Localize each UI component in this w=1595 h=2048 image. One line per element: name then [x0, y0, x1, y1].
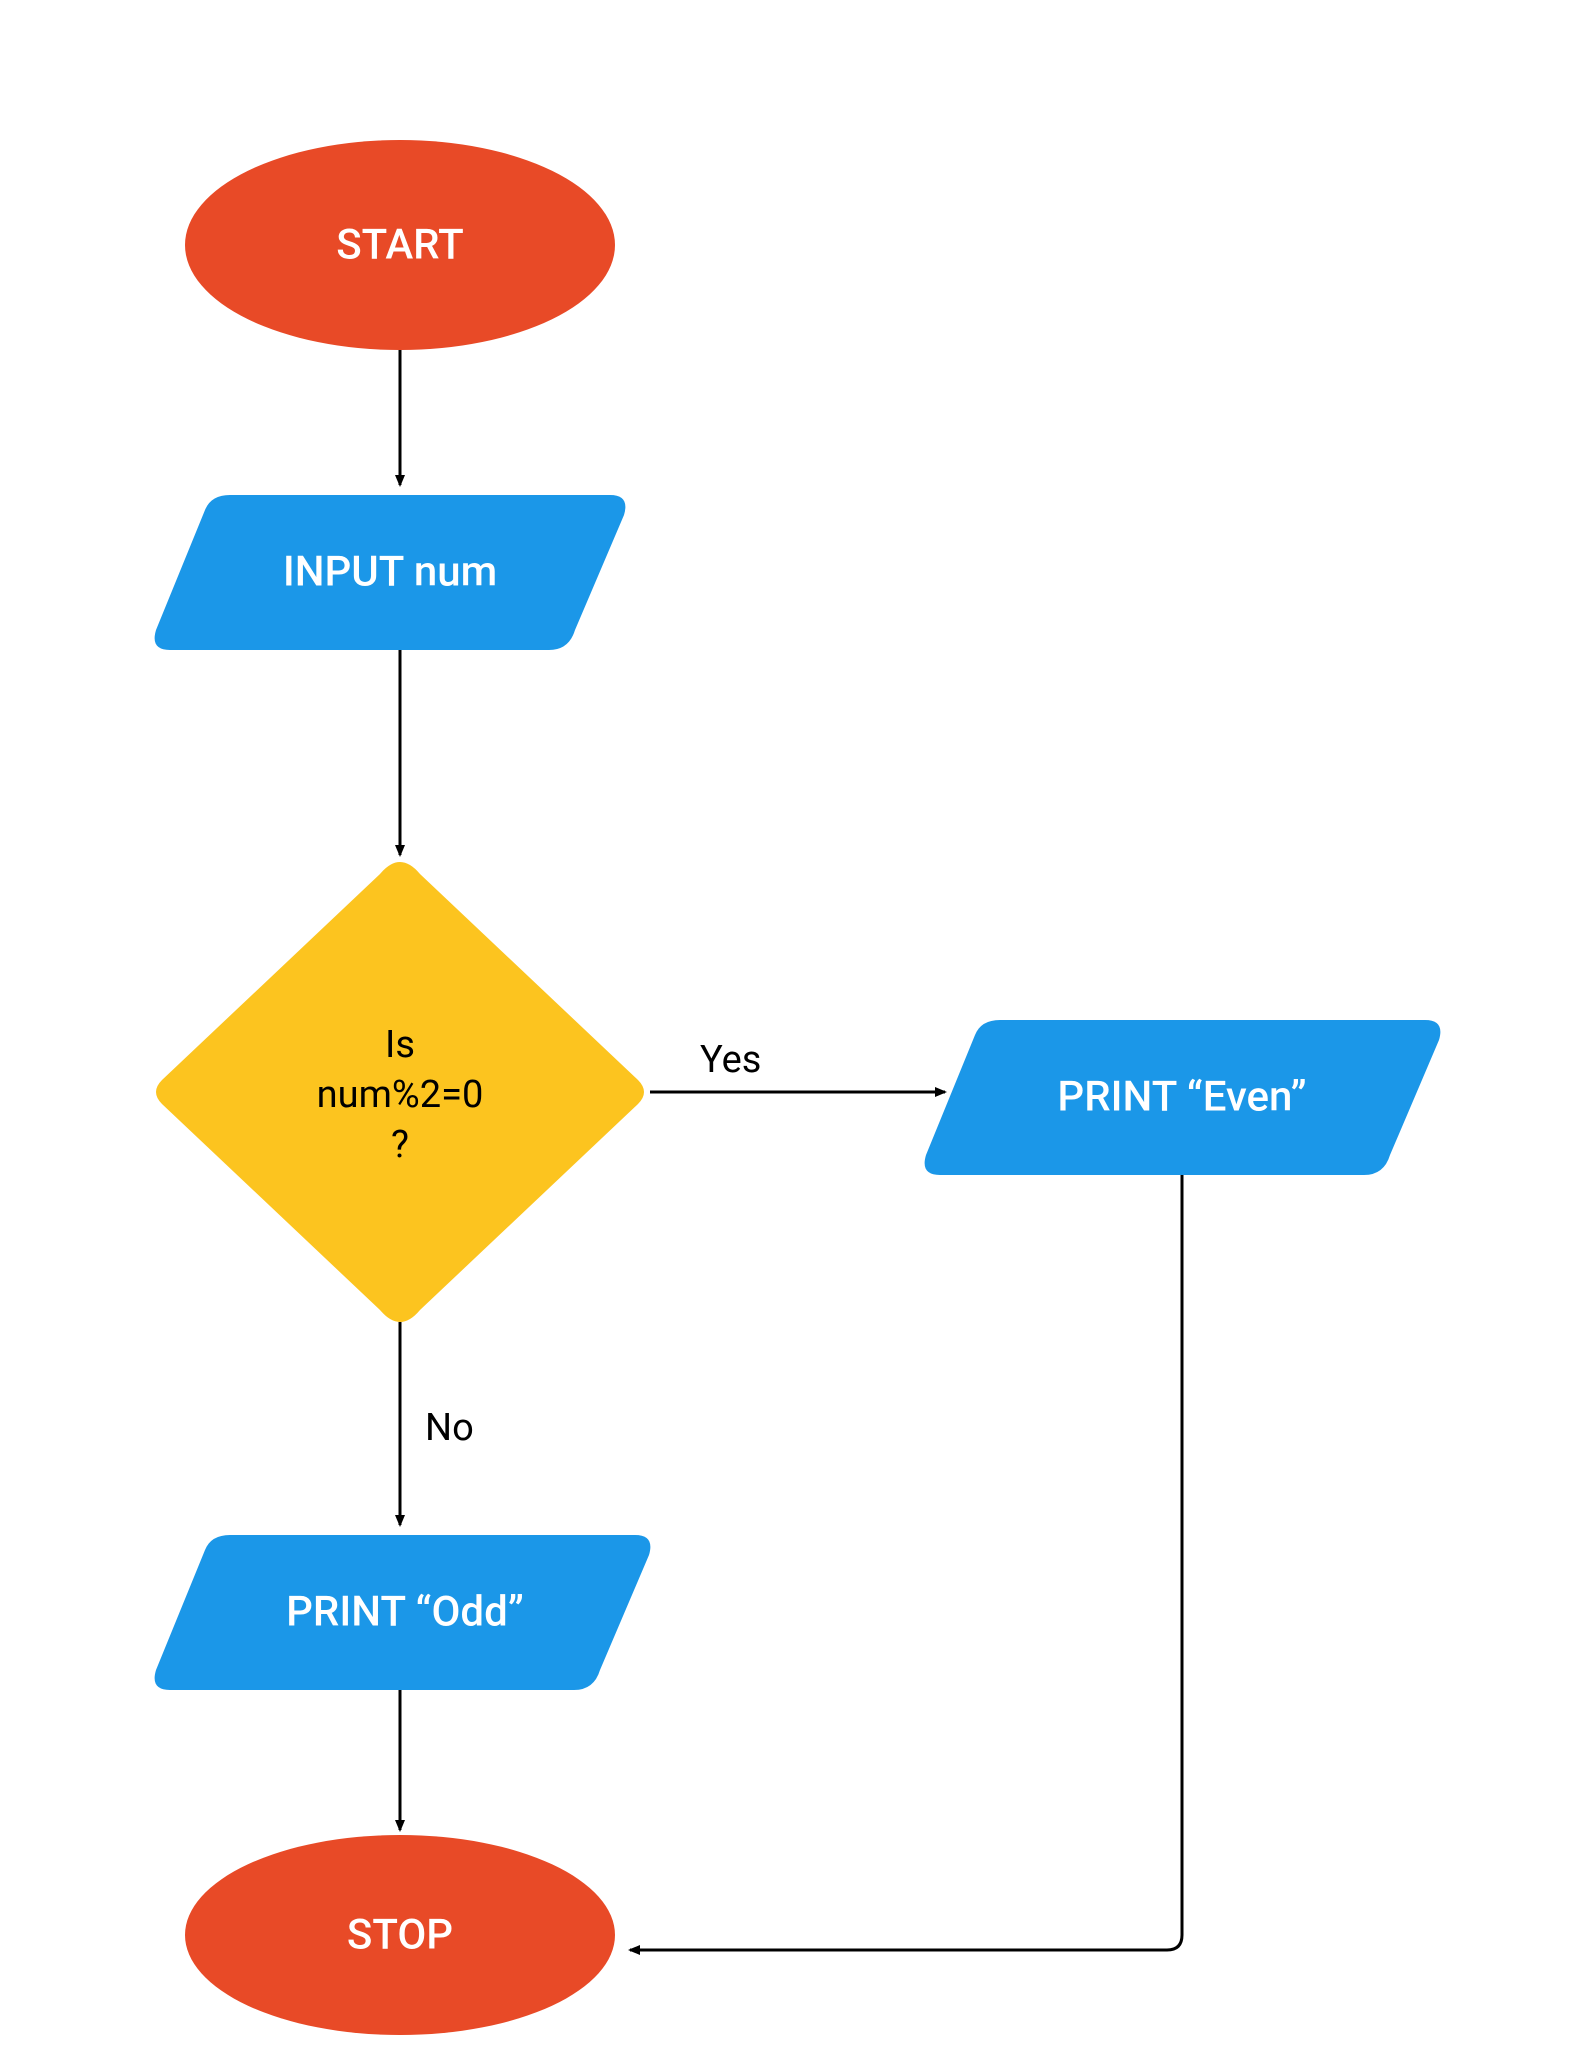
- node-decision: Is num%2=0 ?: [156, 862, 644, 1322]
- edge-yes: Yes: [650, 1038, 945, 1092]
- decision-line1: Is: [385, 1023, 415, 1067]
- edge-yes-label: Yes: [700, 1038, 761, 1082]
- print-odd-label: PRINT “Odd”: [286, 1588, 524, 1637]
- input-label: INPUT num: [283, 548, 497, 597]
- start-label: START: [336, 221, 464, 270]
- decision-line2: num%2=0: [317, 1073, 484, 1117]
- edge-no: No: [400, 1322, 474, 1525]
- node-print-even: PRINT “Even”: [925, 1020, 1441, 1175]
- print-even-label: PRINT “Even”: [1057, 1073, 1306, 1122]
- edge-even-to-stop: [630, 1175, 1182, 1950]
- decision-line3: ?: [391, 1123, 409, 1167]
- edge-no-label: No: [425, 1406, 474, 1450]
- node-input: INPUT num: [155, 495, 626, 650]
- node-print-odd: PRINT “Odd”: [155, 1535, 651, 1690]
- stop-label: STOP: [347, 1911, 453, 1960]
- node-stop: STOP: [185, 1835, 615, 2035]
- flowchart-canvas: START INPUT num Is num%2=0 ? Yes PRINT “…: [0, 0, 1595, 2048]
- node-start: START: [185, 140, 615, 350]
